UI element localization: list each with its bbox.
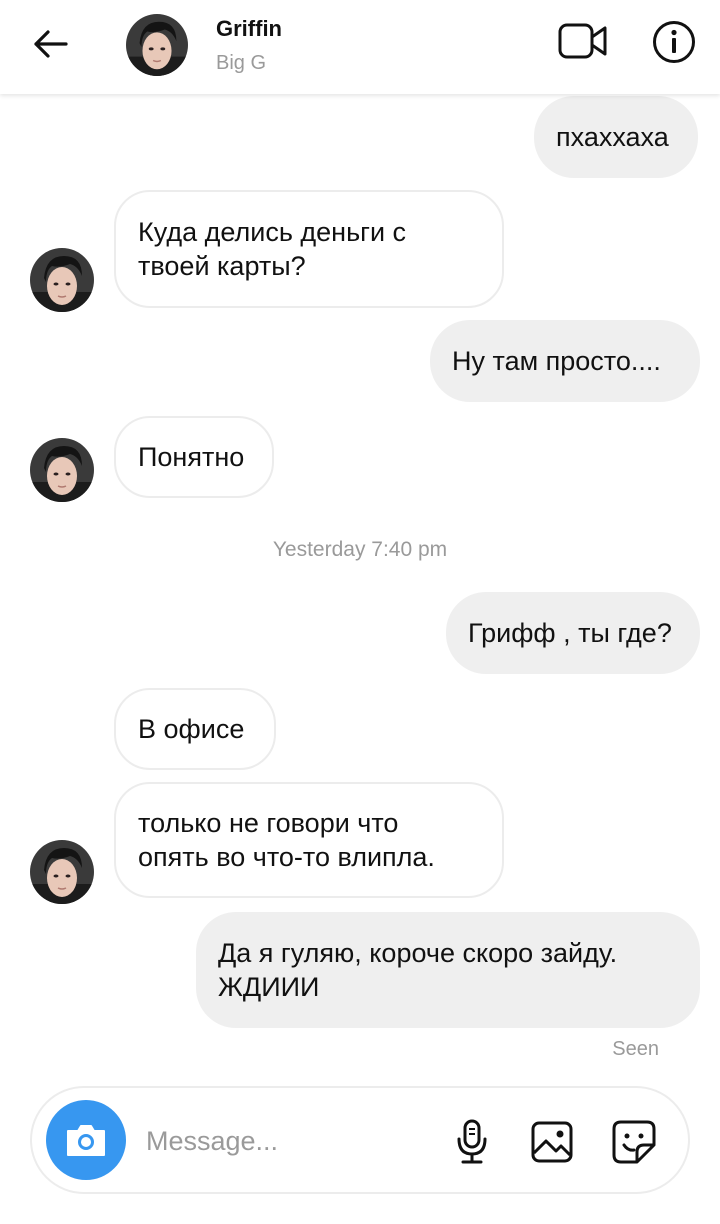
seen-indicator: Seen — [612, 1038, 659, 1060]
info-button[interactable] — [650, 18, 698, 66]
message-composer — [30, 1086, 690, 1194]
timestamp: Yesterday 7:40 pm — [272, 538, 448, 561]
message-input[interactable] — [144, 1118, 408, 1164]
sticker-button[interactable] — [610, 1118, 658, 1166]
back-button[interactable] — [28, 24, 72, 64]
incoming-message[interactable]: Понятно — [114, 416, 274, 498]
image-icon — [531, 1121, 573, 1163]
outgoing-message[interactable]: пхаххаха — [534, 96, 698, 178]
message-text: Понятно — [138, 442, 245, 472]
sender-avatar[interactable] — [30, 248, 94, 312]
message-text: пхаххаха — [556, 122, 669, 152]
incoming-message[interactable]: Куда делись деньги с твоей карты? — [114, 190, 504, 308]
contact-avatar[interactable] — [126, 14, 188, 76]
incoming-message[interactable]: В офисе — [114, 688, 276, 770]
message-text: Ну там просто.... — [452, 346, 661, 376]
message-text: Куда делись деньги с твоей карты? — [138, 217, 407, 281]
info-icon — [653, 21, 695, 63]
microphone-icon — [457, 1119, 487, 1164]
outgoing-message[interactable]: Ну там просто.... — [430, 320, 700, 402]
gallery-button[interactable] — [528, 1118, 576, 1166]
arrow-left-icon — [34, 30, 68, 58]
message-text: только не говори что опять во что-то вли… — [138, 808, 435, 872]
contact-username: Big G — [216, 52, 267, 74]
camera-button[interactable] — [46, 1100, 126, 1180]
chat-header: Griffin Big G — [0, 0, 720, 94]
voice-message-button[interactable] — [452, 1118, 492, 1166]
message-text: Грифф , ты где? — [468, 618, 672, 648]
outgoing-message[interactable]: Да я гуляю, короче скоро зайду. ЖДИИИ — [196, 912, 700, 1028]
video-camera-icon — [558, 23, 607, 59]
camera-icon — [67, 1125, 105, 1156]
incoming-message[interactable]: только не говори что опять во что-то вли… — [114, 782, 504, 898]
sender-avatar[interactable] — [30, 840, 94, 904]
contact-name[interactable]: Griffin — [216, 16, 282, 42]
message-text: Да я гуляю, короче скоро зайду. ЖДИИИ — [218, 938, 618, 1002]
message-text: В офисе — [138, 714, 245, 744]
sender-avatar[interactable] — [30, 438, 94, 502]
outgoing-message[interactable]: Грифф , ты где? — [446, 592, 700, 674]
video-call-button[interactable] — [556, 18, 610, 64]
sticker-icon — [612, 1120, 656, 1164]
